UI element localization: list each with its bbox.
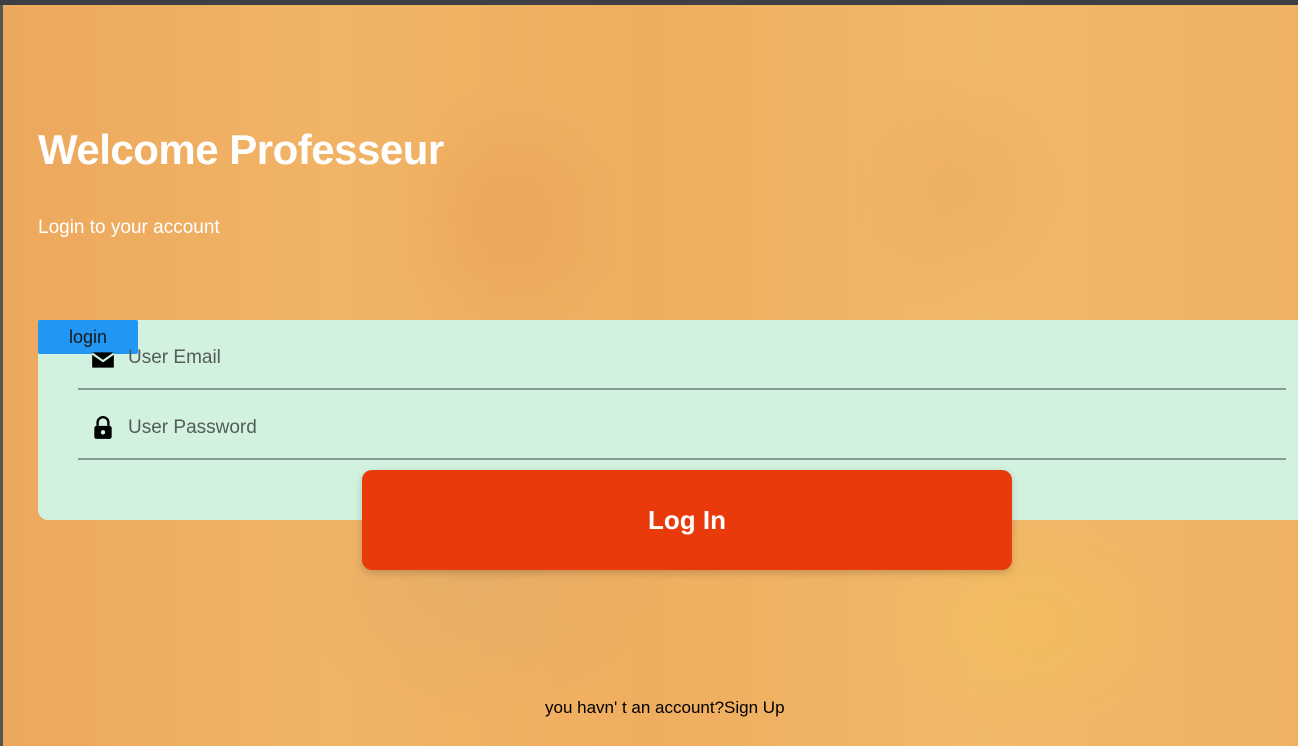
email-field <box>78 337 1286 390</box>
password-field <box>78 407 1286 460</box>
email-input[interactable] <box>128 345 1228 371</box>
app-window: Welcome Professeur Login to your account… <box>0 0 1298 746</box>
lock-icon <box>94 416 112 439</box>
signup-prompt: you havn' t an account?Sign Up <box>545 698 785 718</box>
password-input[interactable] <box>128 415 1228 441</box>
signup-link[interactable]: Sign Up <box>724 698 784 717</box>
signup-question: you havn' t an account? <box>545 698 725 717</box>
login-button[interactable]: Log In <box>362 470 1012 570</box>
mail-icon <box>91 352 115 368</box>
page-subtitle: Login to your account <box>38 217 220 238</box>
page-title: Welcome Professeur <box>38 126 444 173</box>
